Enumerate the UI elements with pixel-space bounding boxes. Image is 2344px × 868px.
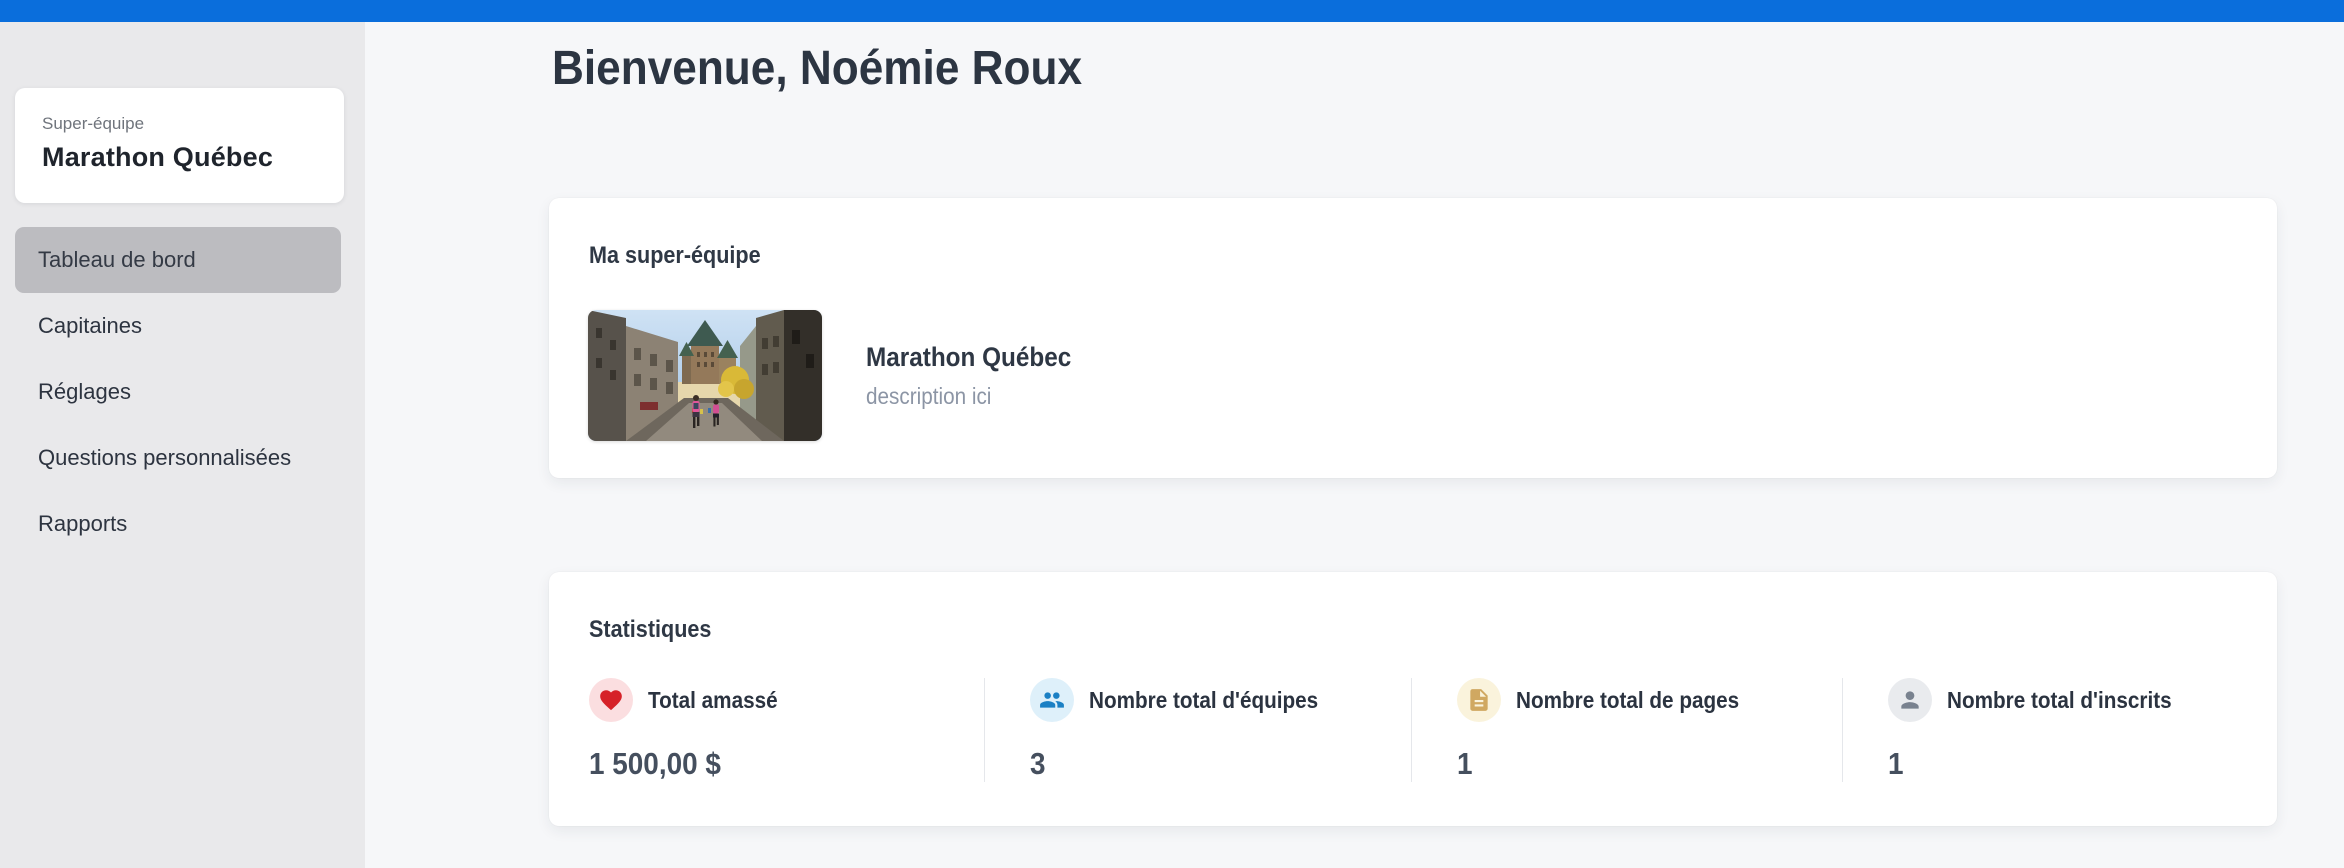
heart-icon	[589, 678, 633, 722]
stat-value: 1 500,00 $	[589, 746, 964, 782]
sidebar-nav: Tableau de bord Capitaines Réglages Ques…	[15, 227, 341, 557]
people-icon	[1030, 678, 1074, 722]
sidebar-item-label: Rapports	[38, 511, 127, 537]
team-card-name: Marathon Québec	[42, 142, 318, 173]
stat-label: Nombre total d'inscrits	[1947, 687, 2197, 714]
team-description: description ici	[866, 383, 1094, 410]
stats-card: Statistiques Total amassé 1 500,00 $ Nom…	[549, 572, 2277, 826]
team-name: Marathon Québec	[866, 342, 1094, 373]
sidebar-item-capitaines[interactable]: Capitaines	[15, 293, 341, 359]
stat-total-amasse: Total amassé 1 500,00 $	[589, 678, 984, 782]
stat-value: 3	[1030, 746, 1391, 782]
team-card: Ma super-équipe	[549, 198, 2277, 478]
sidebar-team-card: Super-équipe Marathon Québec	[15, 88, 344, 203]
page-title: Bienvenue, Noémie Roux	[552, 42, 1128, 96]
sidebar-item-label: Réglages	[38, 379, 131, 405]
stats-row: Total amassé 1 500,00 $ Nombre total d'é…	[589, 678, 2237, 782]
team-photo	[588, 310, 822, 441]
sidebar-item-questions-personnalisees[interactable]: Questions personnalisées	[15, 425, 341, 491]
team-card-label: Super-équipe	[42, 114, 318, 134]
sidebar-item-label: Capitaines	[38, 313, 142, 339]
stat-value: 1	[1888, 746, 2217, 782]
sidebar-item-label: Tableau de bord	[38, 247, 196, 273]
sidebar-item-rapports[interactable]: Rapports	[15, 491, 341, 557]
stat-nombre-inscrits: Nombre total d'inscrits 1	[1842, 678, 2237, 782]
team-card-title: Ma super-équipe	[589, 242, 780, 270]
top-accent-bar	[0, 0, 2344, 22]
stat-value: 1	[1457, 746, 1822, 782]
sidebar-item-tableau-de-bord[interactable]: Tableau de bord	[15, 227, 341, 293]
team-row: Marathon Québec description ici	[588, 310, 1094, 441]
document-icon	[1457, 678, 1501, 722]
person-icon	[1888, 678, 1932, 722]
sidebar: Super-équipe Marathon Québec Tableau de …	[0, 22, 365, 868]
sidebar-item-reglages[interactable]: Réglages	[15, 359, 341, 425]
sidebar-item-label: Questions personnalisées	[38, 445, 291, 471]
stat-nombre-pages: Nombre total de pages 1	[1411, 678, 1842, 782]
stats-card-title: Statistiques	[589, 616, 725, 644]
stat-label: Nombre total d'équipes	[1089, 687, 1344, 714]
stat-nombre-equipes: Nombre total d'équipes 3	[984, 678, 1411, 782]
stat-label: Nombre total de pages	[1516, 687, 1764, 714]
team-meta: Marathon Québec description ici	[866, 342, 1094, 410]
stat-label: Total amassé	[648, 687, 792, 714]
